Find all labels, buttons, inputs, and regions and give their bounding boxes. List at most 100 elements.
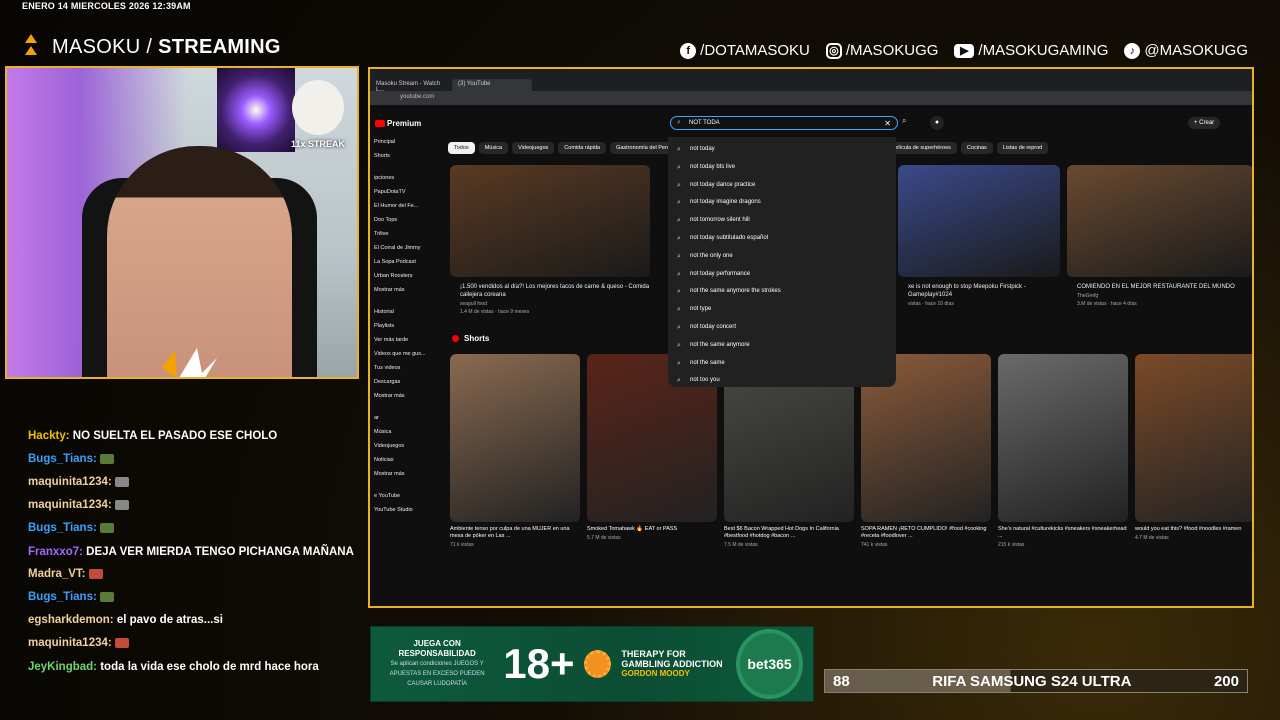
- chat-username[interactable]: maquinita1234:: [28, 476, 112, 488]
- search-suggestion[interactable]: not the only one: [668, 248, 896, 266]
- search-suggestion[interactable]: not today imagine dragons: [668, 194, 896, 212]
- chat-username[interactable]: egsharkdemon:: [28, 614, 114, 626]
- sidebar-item[interactable]: ar: [370, 411, 442, 425]
- search-suggestion[interactable]: not today performance: [668, 266, 896, 284]
- short-card[interactable]: She's natural #culturekicks #sneakers #s…: [998, 354, 1128, 548]
- channel-logo-icon: [162, 348, 217, 377]
- video-card[interactable]: ¡1.500 vendidos al día?! Los mejores tac…: [450, 165, 650, 315]
- date-time: ENERO 14 MIERCOLES 2026 12:39AM: [22, 1, 191, 11]
- instagram-icon: ◎: [825, 42, 842, 59]
- chat-message: Madra_VT:: [28, 563, 358, 586]
- search-suggestion[interactable]: not too you: [668, 372, 896, 390]
- sidebar-item[interactable]: Videos que me gus...: [370, 347, 442, 361]
- short-views: 741 k vistas: [861, 542, 888, 548]
- filter-chip[interactable]: Listas de reprod: [996, 142, 1049, 154]
- search-suggestion[interactable]: not today subtitulado español: [668, 230, 896, 248]
- raffle-goal-bar: 88 RIFA SAMSUNG S24 ULTRA 200: [824, 669, 1248, 693]
- search-button[interactable]: ⌕: [902, 116, 918, 130]
- short-thumbnail[interactable]: [1135, 354, 1252, 522]
- browser-tab[interactable]: Masoku Stream - Watch L...: [370, 79, 450, 93]
- browser-tab-active[interactable]: (3) YouTube: [452, 79, 532, 91]
- chat-username[interactable]: Bugs_Tians:: [28, 453, 97, 465]
- video-title[interactable]: ¡1.500 vendidos al día?! Los mejores tac…: [450, 283, 650, 299]
- sidebar-item[interactable]: Ver más tarde: [370, 333, 442, 347]
- sidebar-item[interactable]: Mostrar más: [370, 389, 442, 403]
- youtube-logo[interactable]: Premium: [375, 119, 421, 128]
- clear-search-icon[interactable]: ✕: [884, 119, 891, 128]
- sidebar-item[interactable]: Tus videos: [370, 361, 442, 375]
- sidebar-item[interactable]: YouTube Studio: [370, 503, 442, 517]
- sidebar-item[interactable]: El Humor del Fe...: [370, 199, 442, 213]
- sidebar-item[interactable]: Shorts: [370, 149, 442, 163]
- search-suggestion[interactable]: not today: [668, 141, 896, 159]
- chat-text: DEJA VER MIERDA TENGO PICHANGA MAÑANA: [86, 546, 354, 558]
- sidebar-item[interactable]: La Sopa Podcast: [370, 255, 442, 269]
- short-title[interactable]: Ambiente tenso por culpa de una MUJER en…: [450, 526, 580, 540]
- chat-username[interactable]: JeyKingbad:: [28, 661, 97, 673]
- sidebar-item[interactable]: Descargas: [370, 375, 442, 389]
- sidebar-item[interactable]: Música: [370, 425, 442, 439]
- short-title[interactable]: SOPA RAMEN ¡RETO CUMPLIDO! #food #cookin…: [861, 526, 991, 540]
- filter-chip[interactable]: Todos: [448, 142, 475, 154]
- chat-username[interactable]: Bugs_Tians:: [28, 591, 97, 603]
- sidebar-item[interactable]: PapuDotaTV: [370, 185, 442, 199]
- short-thumbnail[interactable]: [998, 354, 1128, 522]
- filter-chip[interactable]: Gastronomía del Perú: [610, 142, 676, 154]
- search-suggestion[interactable]: not the same anymore: [668, 337, 896, 355]
- chat-username[interactable]: Madra_VT:: [28, 568, 86, 580]
- video-thumbnail[interactable]: [898, 165, 1060, 277]
- filter-chip[interactable]: Película de superhéroes: [885, 142, 957, 154]
- video-card[interactable]: xe is not enough to stop Meepoku Firstpi…: [898, 165, 1060, 315]
- short-thumbnail[interactable]: [450, 354, 580, 522]
- filter-chip[interactable]: Comida rápida: [558, 142, 607, 154]
- stream-overlay: ENERO 14 MIERCOLES 2026 12:39AM MASOKU /…: [0, 0, 1280, 720]
- search-suggestion[interactable]: not type: [668, 301, 896, 319]
- cat-emote: [292, 80, 344, 135]
- short-title[interactable]: Best $6 Bacon Wrapped Hot Dogs In Califo…: [724, 526, 854, 540]
- search-suggestion[interactable]: not today dance practice: [668, 177, 896, 195]
- video-title[interactable]: xe is not enough to stop Meepoku Firstpi…: [898, 283, 1060, 299]
- video-card[interactable]: COMIENDO EN EL MEJOR RESTAURANTE DEL MUN…: [1067, 165, 1252, 315]
- sidebar-item[interactable]: Doo Tops: [370, 213, 442, 227]
- short-card[interactable]: would you eat this? #food #noodles #rame…: [1135, 354, 1252, 541]
- search-input[interactable]: ⌕ NOT TODA ✕: [670, 116, 898, 130]
- short-card[interactable]: Ambiente tenso por culpa de una MUJER en…: [450, 354, 580, 548]
- microphone-icon[interactable]: ●: [930, 116, 944, 130]
- sidebar-item[interactable]: Trilive: [370, 227, 442, 241]
- chat-username[interactable]: Franxxo7:: [28, 546, 83, 558]
- video-thumbnail[interactable]: [1067, 165, 1252, 277]
- search-suggestion[interactable]: not the same: [668, 355, 896, 373]
- filter-chip[interactable]: Música: [478, 142, 509, 154]
- short-title[interactable]: would you eat this? #food #noodles #rame…: [1135, 526, 1252, 533]
- sidebar-item[interactable]: Playlists: [370, 319, 442, 333]
- address-bar[interactable]: youtube.com: [370, 91, 1252, 105]
- sidebar-item[interactable]: Urban Roosters: [370, 269, 442, 283]
- video-thumbnail[interactable]: [450, 165, 650, 277]
- search-suggestion[interactable]: not tomorrow silent hill: [668, 212, 896, 230]
- sidebar-item[interactable]: Mostrar más: [370, 467, 442, 481]
- wall-poster: [217, 68, 295, 152]
- sidebar-item[interactable]: Historial: [370, 305, 442, 319]
- video-title[interactable]: COMIENDO EN EL MEJOR RESTAURANTE DEL MUN…: [1067, 283, 1252, 291]
- filter-chip[interactable]: Cocinas: [960, 142, 993, 154]
- sidebar-item[interactable]: Noticias: [370, 453, 442, 467]
- filter-chip[interactable]: Videojuegos: [512, 142, 555, 154]
- chat-username[interactable]: Bugs_Tians:: [28, 522, 97, 534]
- chat-username[interactable]: maquinita1234:: [28, 499, 112, 511]
- short-title[interactable]: She's natural #culturekicks #sneakers #s…: [998, 526, 1128, 540]
- chat-username[interactable]: Hackty:: [28, 430, 70, 442]
- sidebar-item[interactable]: Mostrar más: [370, 283, 442, 297]
- emote-icon: [114, 637, 129, 648]
- sidebar-item[interactable]: ipciones: [370, 171, 442, 185]
- sidebar-item[interactable]: e YouTube: [370, 489, 442, 503]
- sidebar-item[interactable]: Videojuegos: [370, 439, 442, 453]
- create-button[interactable]: + Crear: [1188, 117, 1221, 129]
- sidebar-item[interactable]: Principal: [370, 135, 442, 149]
- chat-username[interactable]: maquinita1234:: [28, 637, 112, 649]
- emote-icon: [99, 453, 114, 464]
- search-suggestion[interactable]: not today bts live: [668, 159, 896, 177]
- short-title[interactable]: Smoked Tomahawk 🔥 EAT or PASS: [587, 526, 717, 533]
- sidebar-item[interactable]: El Corral de Jimmy: [370, 241, 442, 255]
- search-suggestion[interactable]: not today concert: [668, 319, 896, 337]
- search-suggestion[interactable]: not the same anymore the strokes: [668, 283, 896, 301]
